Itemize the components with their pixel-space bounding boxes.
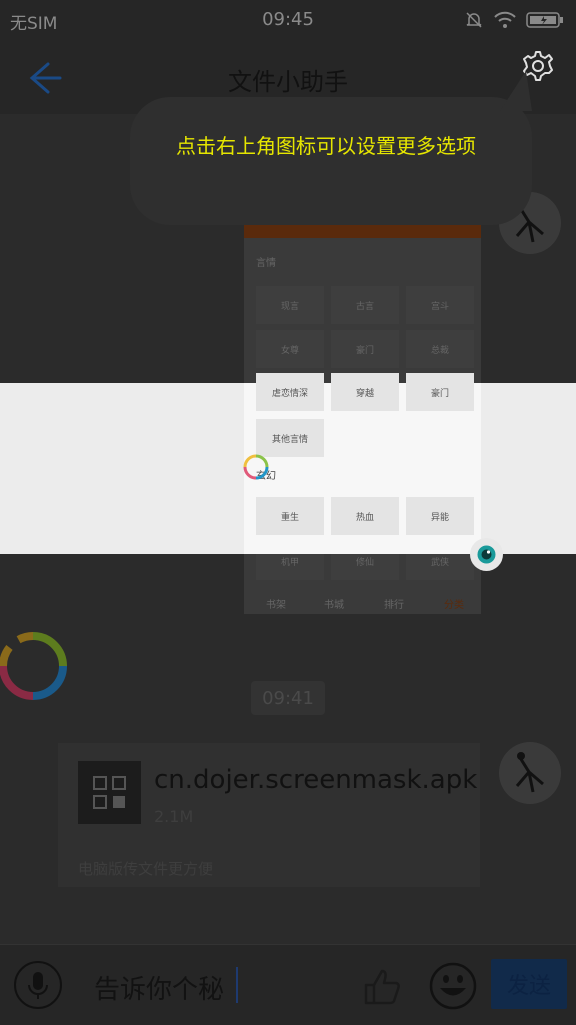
screen-preview-lit: 虐恋情深 穿越 豪门 其他言情 玄幻 重生 热血 异能 [243,373,481,554]
mute-bell-icon [466,12,482,28]
preview-tile: 热血 [331,497,399,535]
preview-tile: 总裁 [406,330,474,368]
preview-tile: 虐恋情深 [256,373,324,411]
user-avatar[interactable] [499,742,561,804]
page-title: 文件小助手 [228,68,348,96]
preview-category-romance: 言情 [256,258,276,269]
preview-nav-item: 分类 [444,600,464,611]
message-timestamp: 09:41 [251,681,325,715]
preview-tile: 宫斗 [406,286,474,324]
floating-spinner-icon[interactable] [0,630,68,702]
tip-pointer [500,71,532,111]
tip-bubble[interactable]: 点击右上角图标可以设置更多选项 [130,71,532,225]
preview-nav-item: 书城 [324,600,344,611]
preview-tile: 异能 [406,497,474,535]
eye-toggle-button[interactable] [470,538,503,571]
file-hint: 电脑版传文件更方便 [78,860,214,878]
eye-icon [477,545,496,564]
send-button[interactable]: 发送 [491,959,567,1009]
preview-tile: 现言 [256,286,324,324]
file-name: cn.dojer.screenmask.apk [154,765,478,795]
loading-spinner-icon [243,454,269,480]
status-bar: 无SIM 09:45 [0,0,576,40]
thumbs-up-icon[interactable] [362,967,402,1007]
battery-icon [526,12,563,28]
voice-input-button[interactable] [14,961,62,1009]
preview-nav-item: 书架 [266,600,286,611]
microphone-icon [28,972,48,999]
preview-tile: 穿越 [331,373,399,411]
status-icons [464,10,564,30]
message-input[interactable]: 告诉你个秘 [94,969,224,1006]
wifi-icon [494,11,516,28]
preview-tile: 豪门 [331,330,399,368]
text-caret [236,967,238,1003]
tip-text: 点击右上角图标可以设置更多选项 [176,134,476,158]
file-type-icon [78,761,141,824]
preview-tile: 重生 [256,497,324,535]
file-message-card[interactable]: cn.dojer.screenmask.apk 2.1M 电脑版传文件更方便 [58,743,480,887]
input-bar: 告诉你个秘 发送 [0,944,576,1025]
file-size: 2.1M [154,807,194,826]
preview-nav-item: 排行 [384,600,404,611]
preview-tile: 豪门 [406,373,474,411]
preview-tile: 古言 [331,286,399,324]
avatar-figure-icon [499,742,561,804]
preview-tile: 其他言情 [256,419,324,457]
emoji-icon[interactable] [428,961,478,1011]
preview-tile: 女尊 [256,330,324,368]
